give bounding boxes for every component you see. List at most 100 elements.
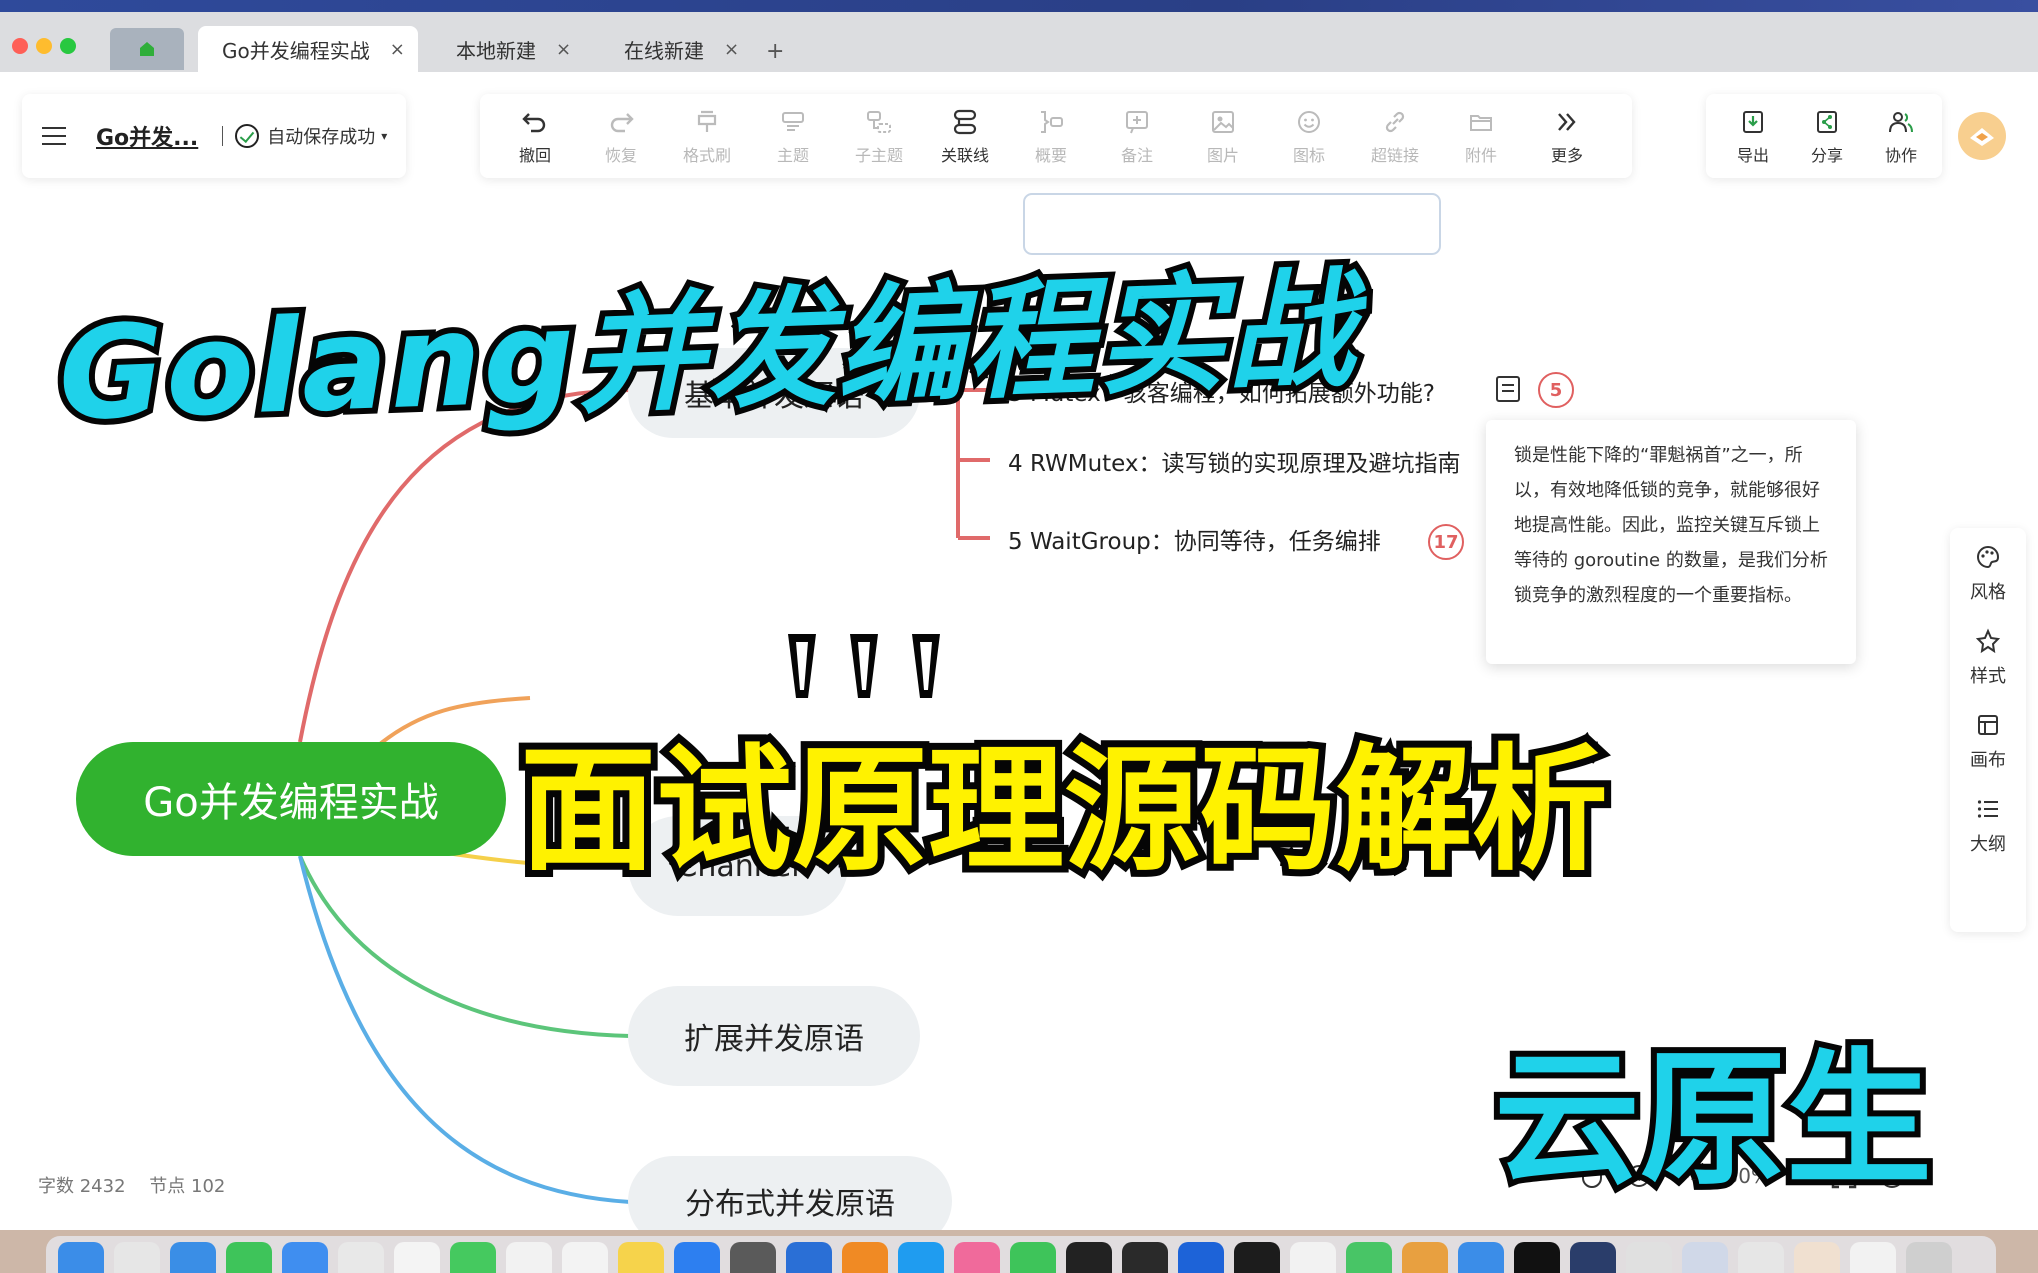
- toolbar-button-label: 更多: [1550, 146, 1583, 165]
- leaf-rwmutex[interactable]: 4 RWMutex：读写锁的实现原理及避坑指南: [1008, 444, 1488, 478]
- tab-home[interactable]: [110, 28, 184, 70]
- toolbar-button-label: 格式刷: [682, 146, 731, 165]
- share-icon: [1792, 102, 1862, 142]
- side-panel-item-style[interactable]: 样式: [1950, 628, 2026, 688]
- dock-app-icon[interactable]: [954, 1242, 1000, 1273]
- dock-app-icon[interactable]: [730, 1242, 776, 1273]
- dock-app-icon[interactable]: [1906, 1242, 1952, 1273]
- comment-count-badge[interactable]: 5: [1538, 372, 1574, 408]
- palette-icon: [1977, 545, 2000, 569]
- dock-app-icon[interactable]: [1402, 1242, 1448, 1273]
- side-panel-label: 风格: [1970, 582, 2006, 603]
- tab-online-new[interactable]: 在线新建 ×: [624, 26, 739, 72]
- dock-app-icon[interactable]: [1682, 1242, 1728, 1273]
- dock-app-icon[interactable]: [1738, 1242, 1784, 1273]
- doc-stats: 字数 2432 节点 102: [38, 1172, 225, 1198]
- side-panel-item-outline[interactable]: 大纲: [1950, 796, 2026, 856]
- side-panel-item-canvas[interactable]: 画布: [1950, 712, 2026, 772]
- toolbar-button-relation-line[interactable]: 关联线: [930, 102, 1000, 166]
- dock-app-icon[interactable]: [1570, 1242, 1616, 1273]
- relation-line-icon: [930, 102, 1000, 142]
- side-panel-item-palette[interactable]: 风格: [1950, 544, 2026, 604]
- dock-app-icon[interactable]: [506, 1242, 552, 1273]
- dock-app-icon[interactable]: [1626, 1242, 1672, 1273]
- avatar-icon: [1970, 128, 1994, 146]
- dock-app-icon[interactable]: [842, 1242, 888, 1273]
- dock-app-icon[interactable]: [394, 1242, 440, 1273]
- dock-app-icon[interactable]: [1178, 1242, 1224, 1273]
- dock-app-icon[interactable]: [1850, 1242, 1896, 1273]
- action-label: 分享: [1810, 146, 1843, 165]
- menu-icon[interactable]: [42, 127, 66, 145]
- toolbar-button-label: 附件: [1464, 146, 1497, 165]
- toolbar-button-link[interactable]: 超链接: [1360, 102, 1430, 166]
- tab-label: Go并发编程实战: [222, 38, 370, 63]
- tab-close-icon[interactable]: ×: [556, 39, 571, 60]
- dock-app-icon[interactable]: [1290, 1242, 1336, 1273]
- note-icon[interactable]: [1496, 376, 1520, 402]
- toolbar-button-label: 超链接: [1370, 146, 1419, 165]
- tab-local-new[interactable]: 本地新建 ×: [456, 26, 571, 72]
- dock-app-icon[interactable]: [1122, 1242, 1168, 1273]
- dock-app-icon[interactable]: [226, 1242, 272, 1273]
- style-icon: [1975, 628, 2001, 654]
- save-status: 自动保存成功: [267, 127, 376, 148]
- dock-app-icon[interactable]: [338, 1242, 384, 1273]
- branch-node-extended-primitives[interactable]: 扩展并发原语: [628, 986, 920, 1086]
- dock-app-icon[interactable]: [1346, 1242, 1392, 1273]
- leaf-waitgroup[interactable]: 5 WaitGroup：协同等待，任务编排: [1008, 522, 1381, 556]
- dock-app-icon[interactable]: [1794, 1242, 1840, 1273]
- dock-app-icon[interactable]: [618, 1242, 664, 1273]
- quote-marks-graphic: [788, 634, 940, 698]
- share-toolbar: 导出 分享 协作: [1706, 94, 1942, 178]
- close-window-button[interactable]: [12, 38, 28, 54]
- dock-app-icon[interactable]: [58, 1242, 104, 1273]
- dock-app-icon[interactable]: [562, 1242, 608, 1273]
- toolbar-button-label: 恢复: [604, 146, 637, 165]
- root-node[interactable]: Go并发编程实战: [76, 742, 506, 856]
- toolbar-button-redo[interactable]: 恢复: [586, 102, 656, 166]
- dock-app-icon[interactable]: [282, 1242, 328, 1273]
- canvas-icon: [1978, 715, 1998, 735]
- share-button[interactable]: 分享: [1792, 102, 1862, 166]
- doc-title[interactable]: Go并发...: [96, 120, 198, 152]
- zoom-window-button[interactable]: [60, 38, 76, 54]
- dock-app-icon[interactable]: [170, 1242, 216, 1273]
- dock-app-icon[interactable]: [1458, 1242, 1504, 1273]
- tab-close-icon[interactable]: ×: [390, 39, 405, 60]
- dock-app-icon[interactable]: [114, 1242, 160, 1273]
- dock-app-icon[interactable]: [898, 1242, 944, 1273]
- toolbar-button-subtopic[interactable]: 子主题: [844, 102, 914, 166]
- toolbar-button-topic[interactable]: 主题: [758, 102, 828, 166]
- toolbar-button-summary[interactable]: 概要: [1016, 102, 1086, 166]
- toolbar-button-image[interactable]: 图片: [1188, 102, 1258, 166]
- toolbar-button-emoji[interactable]: 图标: [1274, 102, 1344, 166]
- toolbar-button-label: 概要: [1034, 146, 1067, 165]
- toolbar-button-label: 关联线: [940, 146, 989, 165]
- tab-close-icon[interactable]: ×: [724, 39, 739, 60]
- summary-icon: [1016, 102, 1086, 142]
- avatar[interactable]: [1958, 112, 2006, 160]
- toolbar-button-note-add[interactable]: 备注: [1102, 102, 1172, 166]
- dock-app-icon[interactable]: [1234, 1242, 1280, 1273]
- chevron-down-icon[interactable]: ▾: [381, 129, 387, 143]
- dock-app-icon[interactable]: [786, 1242, 832, 1273]
- dock-app-icon[interactable]: [1066, 1242, 1112, 1273]
- dock-app-icon[interactable]: [450, 1242, 496, 1273]
- export-button[interactable]: 导出: [1718, 102, 1788, 166]
- comment-count-badge[interactable]: 17: [1428, 524, 1464, 560]
- word-count: 2432: [79, 1176, 126, 1197]
- dock: [46, 1236, 1996, 1273]
- new-tab-button[interactable]: +: [766, 28, 784, 74]
- toolbar-button-chevrons-right[interactable]: 更多: [1532, 102, 1602, 166]
- dock-app-icon[interactable]: [1514, 1242, 1560, 1273]
- toolbar-button-format-brush[interactable]: 格式刷: [672, 102, 742, 166]
- minimize-window-button[interactable]: [36, 38, 52, 54]
- toolbar-button-undo[interactable]: 撤回: [500, 102, 570, 166]
- toolbar-button-attachment[interactable]: 附件: [1446, 102, 1516, 166]
- dock-app-icon[interactable]: [1010, 1242, 1056, 1273]
- tab-go-concurrency[interactable]: Go并发编程实战 ×: [198, 26, 418, 72]
- collaborate-button[interactable]: 协作: [1866, 102, 1936, 166]
- branch-line-hidden: [378, 696, 531, 746]
- dock-app-icon[interactable]: [674, 1242, 720, 1273]
